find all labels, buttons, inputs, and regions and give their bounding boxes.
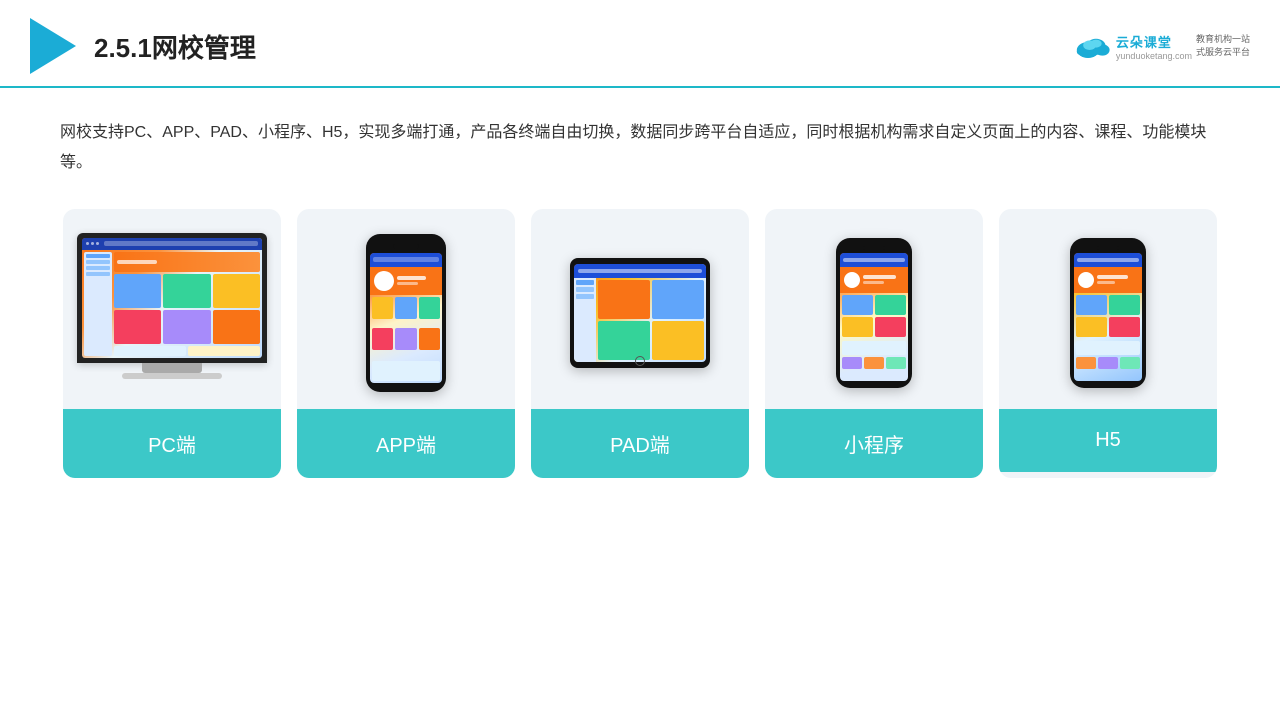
logo-triangle-icon: [30, 18, 76, 74]
mini-phone-mockup: [836, 238, 912, 388]
page-header: 2.5.1网校管理 云朵课堂 yunduoketang.com: [0, 0, 1280, 88]
h5-phone-mockup: [1070, 238, 1146, 388]
brand-logo: 云朵课堂 yunduoketang.com 教育机构一站 式服务云平台: [1072, 32, 1250, 61]
brand-slogan: 教育机构一站 式服务云平台: [1196, 33, 1250, 58]
brand-name: 云朵课堂 yunduoketang.com: [1116, 32, 1192, 61]
card-miniprogram-image: [765, 209, 983, 409]
card-app-image: [297, 209, 515, 409]
card-app-label: APP端: [297, 409, 515, 478]
card-pad: PAD端: [531, 209, 749, 478]
platform-cards: PC端: [60, 209, 1220, 478]
card-pc-image: [63, 209, 281, 409]
card-pc: PC端: [63, 209, 281, 478]
brand-logo-icon: 云朵课堂 yunduoketang.com 教育机构一站 式服务云平台: [1072, 32, 1250, 61]
card-app: APP端: [297, 209, 515, 478]
cloud-icon: [1072, 34, 1112, 58]
card-miniprogram-label: 小程序: [765, 409, 983, 478]
card-miniprogram: 小程序: [765, 209, 983, 478]
card-h5-label: H5: [999, 409, 1217, 472]
description-text: 网校支持PC、APP、PAD、小程序、H5，实现多端打通，产品各终端自由切换，数…: [60, 118, 1220, 179]
page-title: 2.5.1网校管理: [94, 28, 256, 65]
header-left: 2.5.1网校管理: [30, 18, 256, 74]
card-h5: H5: [999, 209, 1217, 478]
pc-mockup: [77, 233, 267, 393]
header-right: 云朵课堂 yunduoketang.com 教育机构一站 式服务云平台: [1072, 32, 1250, 61]
card-pc-label: PC端: [63, 409, 281, 478]
card-pad-image: [531, 209, 749, 409]
card-pad-label: PAD端: [531, 409, 749, 478]
main-content: 网校支持PC、APP、PAD、小程序、H5，实现多端打通，产品各终端自由切换，数…: [0, 88, 1280, 498]
card-h5-image: [999, 209, 1217, 409]
app-phone-mockup: [366, 234, 446, 392]
pad-tablet-mockup: [570, 258, 710, 368]
